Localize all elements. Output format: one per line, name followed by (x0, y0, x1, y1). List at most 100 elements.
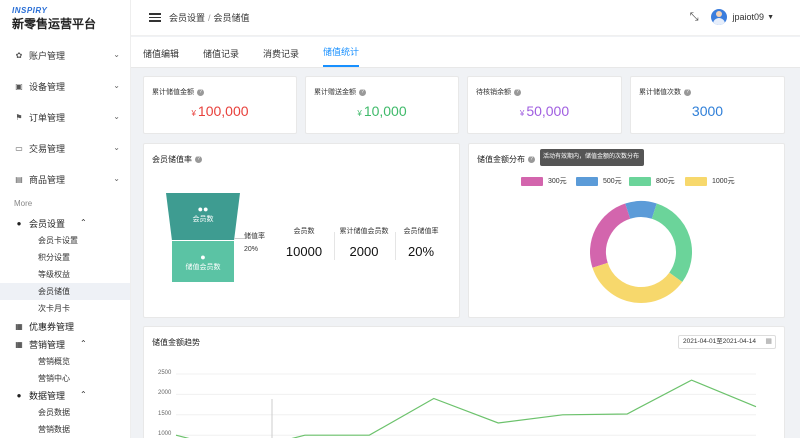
sidebar-sub-points[interactable]: 积分设置 (0, 249, 130, 266)
sidebar-item-label: 商品管理 (29, 175, 66, 185)
breadcrumb-item: 会员储值 (213, 13, 250, 23)
sidebar-item-label: 订单管理 (29, 113, 66, 123)
sidebar-group-member[interactable]: ● 会员设置 ⌃ (0, 215, 130, 232)
user-icon: ● (16, 391, 22, 400)
help-icon[interactable]: ? (684, 88, 691, 96)
stat-card: 累计赠送金额? ¥10,000 (305, 76, 459, 134)
tab-stored-edit[interactable]: 储值编辑 (143, 47, 179, 67)
stat-title: 累计赠送金额 (314, 89, 356, 96)
card-icon: ▭ (15, 144, 23, 153)
metric: 会员数 10000 (285, 228, 323, 259)
sidebar: INSPIRY 新零售运营平台 ✿ 账户管理 ⌄ ▣ 设备管理 ⌄ ⚑ 订单管理… (0, 0, 131, 438)
shop-icon: ▤ (15, 175, 23, 184)
sidebar-sub-marketing-data[interactable]: 营销数据 (0, 421, 130, 438)
funnel-bottom-label: 储值会员数 (185, 264, 221, 271)
stat-value: ¥100,000 (191, 103, 249, 119)
stat-value: ¥10,000 (357, 103, 407, 119)
donut-slice[interactable] (625, 201, 657, 219)
trend-chart (175, 373, 757, 438)
gear-icon: ✿ (15, 51, 23, 60)
sidebar-sub-marketing-center[interactable]: 营销中心 (0, 370, 130, 387)
stat-value: 3000 (691, 103, 724, 119)
brand-logo: INSPIRY (12, 6, 48, 15)
chevron-down-icon: ⌄ (113, 50, 120, 59)
legend-item[interactable]: 300元 (521, 176, 567, 186)
fullscreen-icon[interactable]: ⤡ (690, 11, 699, 24)
caret-down-icon[interactable]: ▼ (767, 14, 774, 21)
user-icon: ● (200, 252, 206, 262)
conversion-rate: 储值率 20% (244, 233, 265, 253)
stat-title: 累计储值次数 (639, 89, 681, 96)
tab-stored-stats[interactable]: 储值统计 (323, 45, 360, 67)
sidebar-item-device[interactable]: ▣ 设备管理 ⌄ (0, 71, 130, 102)
menu-toggle-icon[interactable] (149, 13, 161, 22)
stat-value: ¥50,000 (519, 103, 570, 119)
legend-swatch (629, 176, 651, 186)
help-icon[interactable]: ? (195, 156, 202, 164)
legend-swatch (521, 176, 543, 186)
sidebar-sub-marketing-overview[interactable]: 营销概览 (0, 353, 130, 370)
user-icon: ● (16, 219, 22, 228)
sidebar-sub-card-month[interactable]: 次卡月卡 (0, 300, 130, 317)
funnel-top: ●● 会员数 (166, 193, 240, 240)
help-icon[interactable]: ? (197, 88, 204, 96)
platform-name: 新零售运营平台 (12, 17, 97, 31)
legend-item[interactable]: 1000元 (685, 176, 735, 186)
sidebar-item-transaction[interactable]: ▭ 交易管理 ⌄ (0, 133, 130, 164)
metric: 累计储值会员数 2000 (339, 228, 389, 259)
username[interactable]: jpaiot09 (733, 12, 765, 22)
grid-icon: ▦ (15, 322, 23, 331)
chevron-down-icon: ⌄ (113, 112, 120, 121)
users-icon: ●● (197, 204, 209, 214)
sidebar-sub-member-data[interactable]: 会员数据 (0, 404, 130, 421)
grid-icon: ▦ (15, 340, 23, 349)
help-icon[interactable]: ? (359, 88, 366, 96)
sidebar-sub-level[interactable]: 等级权益 (0, 266, 130, 283)
trend-panel: 储值金额趋势 2021-04-01至2021-04-14 ▦ 2500 2000… (143, 326, 785, 438)
sidebar-item-label: 交易管理 (29, 144, 66, 154)
sidebar-item-label: 优惠券管理 (29, 322, 75, 332)
sidebar-group-label: 会员设置 (29, 219, 66, 229)
help-tooltip: 活动有效期内，储值金额的次数分布 (540, 149, 644, 166)
stat-title: 待核销余额 (476, 89, 511, 96)
tab-bar: 储值编辑 储值记录 消费记录 储值统计 (131, 37, 800, 68)
chevron-down-icon: ⌄ (113, 143, 120, 152)
tab-consume-records[interactable]: 消费记录 (263, 47, 299, 67)
legend-item[interactable]: 500元 (576, 176, 622, 186)
funnel-bottom: ● 储值会员数 (172, 241, 234, 282)
donut-slice[interactable] (651, 203, 692, 282)
stat-card: 待核销余额? ¥50,000 (467, 76, 622, 134)
sidebar-item-label: 账户管理 (29, 51, 66, 61)
help-icon[interactable]: ? (514, 88, 521, 96)
sidebar-item-order[interactable]: ⚑ 订单管理 ⌄ (0, 102, 130, 133)
legend-swatch (685, 176, 707, 186)
stat-card: 累计储值金额? ¥100,000 (143, 76, 297, 134)
donut-slice[interactable] (590, 203, 631, 268)
donut-slice[interactable] (592, 262, 683, 303)
stat-title: 累计储值金额 (152, 89, 194, 96)
sidebar-more[interactable]: More (0, 195, 130, 215)
metric: 会员储值率 20% (403, 228, 439, 259)
divider (395, 232, 396, 260)
avatar[interactable] (710, 9, 727, 25)
sidebar-item-account[interactable]: ✿ 账户管理 ⌄ (0, 40, 130, 71)
funnel-top-label: 会员数 (192, 216, 214, 223)
box-icon: ▣ (15, 82, 23, 91)
donut-panel: 储值金额分布? (468, 143, 785, 318)
legend-item[interactable]: 800元 (629, 176, 675, 186)
sidebar-item-product[interactable]: ▤ 商品管理 ⌄ (0, 164, 130, 195)
sidebar-group-marketing[interactable]: ▦ 营销管理 ⌃ (0, 336, 130, 353)
chevron-up-icon: ⌃ (80, 390, 87, 399)
sidebar-sub-member-card[interactable]: 会员卡设置 (0, 232, 130, 249)
chevron-up-icon: ⌃ (80, 218, 87, 227)
legend-swatch (576, 176, 598, 186)
tab-stored-records[interactable]: 储值记录 (203, 47, 239, 67)
sidebar-item-label: 设备管理 (29, 82, 66, 92)
header-actions: ⤡ jpaiot09 ▼ (690, 9, 774, 25)
trend-line (175, 379, 757, 438)
sidebar-group-data[interactable]: ● 数据管理 ⌃ (0, 387, 130, 404)
sidebar-item-coupon[interactable]: ▦ 优惠券管理 (0, 317, 130, 336)
breadcrumb-item[interactable]: 会员设置 (169, 13, 205, 23)
logo: INSPIRY 新零售运营平台 (0, 0, 130, 40)
sidebar-sub-stored-value[interactable]: 会员储值 (0, 283, 130, 300)
